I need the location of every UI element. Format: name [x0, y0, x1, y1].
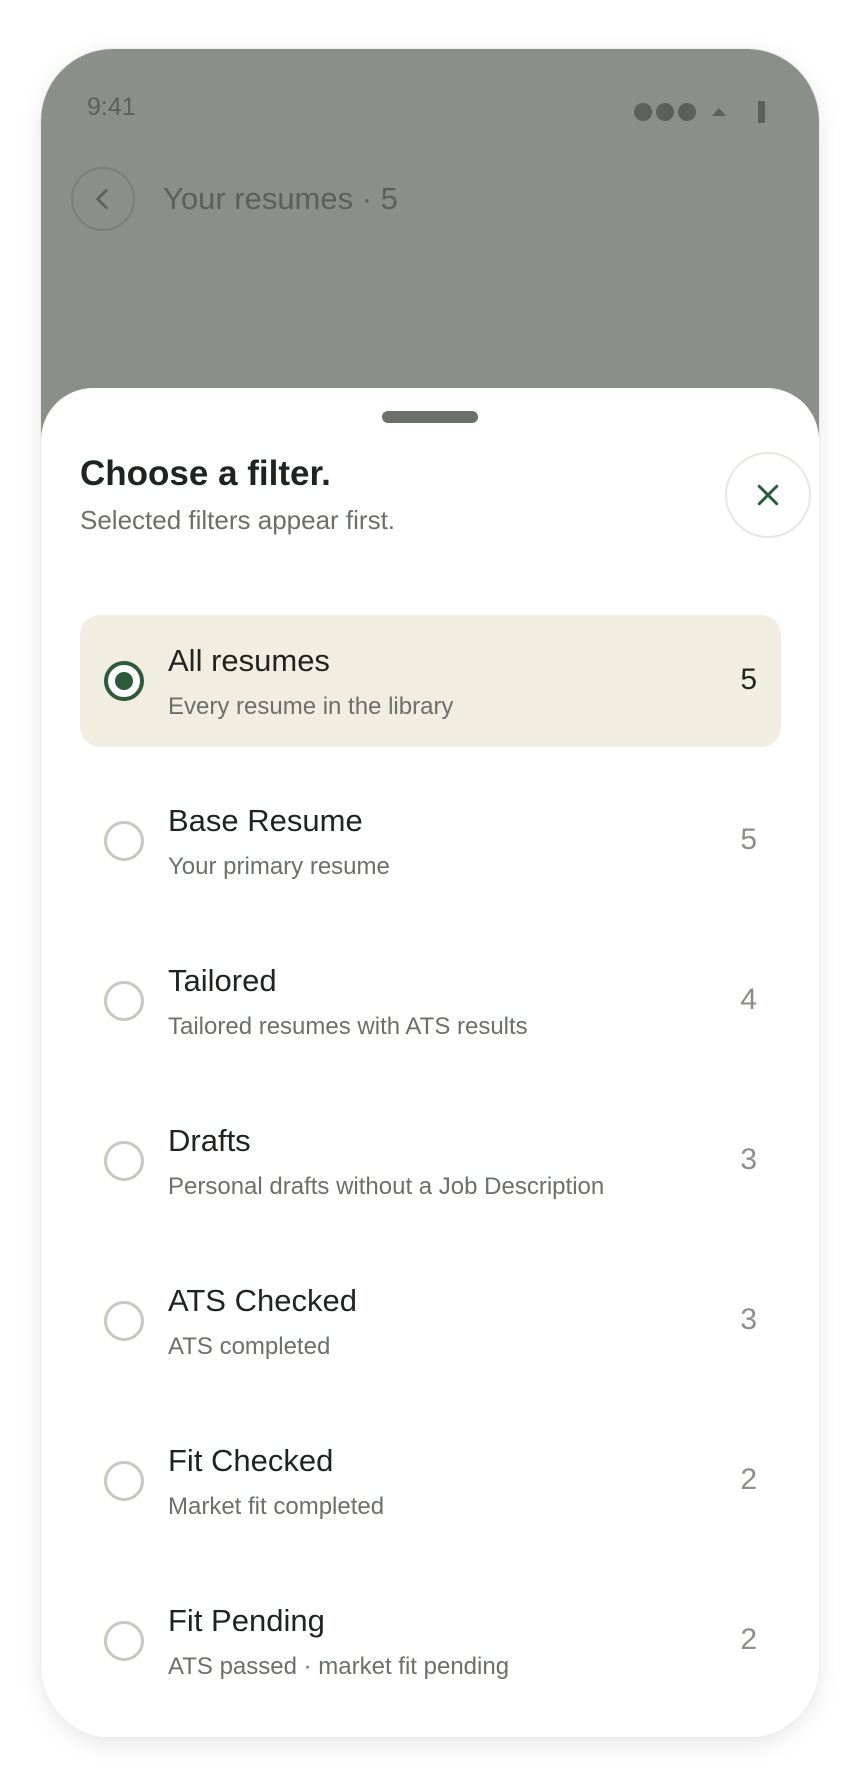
filter-count: 4: [740, 983, 757, 1016]
filter-label: All resumes: [168, 643, 330, 678]
close-button[interactable]: [725, 452, 811, 538]
filter-label: Tailored: [168, 963, 277, 998]
radio-button[interactable]: [104, 821, 144, 861]
back-button[interactable]: [71, 167, 135, 231]
page-title: Your resumes · 5: [163, 181, 398, 216]
radio-button-selected[interactable]: [104, 661, 144, 701]
status-icons: [634, 101, 765, 123]
filter-option-fit-checked[interactable]: Fit Checked Market fit completed 2: [80, 1415, 781, 1547]
filter-label: Fit Pending: [168, 1603, 325, 1638]
filter-option-drafts[interactable]: Drafts Personal drafts without a Job Des…: [80, 1095, 781, 1227]
radio-button[interactable]: [104, 1141, 144, 1181]
filter-option-tailored[interactable]: Tailored Tailored resumes with ATS resul…: [80, 935, 781, 1067]
radio-dot-icon: [115, 672, 133, 690]
filter-label: Drafts: [168, 1123, 251, 1158]
radio-button[interactable]: [104, 1461, 144, 1501]
signal-icon: [634, 103, 652, 121]
filter-option-ats-checked[interactable]: ATS Checked ATS completed 3: [80, 1255, 781, 1387]
filter-description: Market fit completed: [168, 1493, 385, 1520]
status-bar: 9:41: [41, 49, 819, 169]
filter-description: Your primary resume: [168, 853, 390, 880]
filter-count: 2: [740, 1623, 757, 1656]
filter-count: 2: [740, 1463, 757, 1496]
filter-count: 5: [740, 663, 757, 696]
filter-count: 3: [740, 1303, 757, 1336]
chevron-left-icon: [96, 188, 108, 210]
filter-description: Personal drafts without a Job Descriptio…: [168, 1173, 605, 1200]
filter-description: ATS completed: [168, 1333, 331, 1360]
radio-button[interactable]: [104, 1621, 144, 1661]
filter-count: 5: [740, 823, 757, 856]
sheet-title: Choose a filter.: [80, 454, 331, 493]
sheet-grabber[interactable]: [382, 411, 478, 423]
filter-description: Tailored resumes with ATS results: [168, 1013, 528, 1040]
close-icon: [757, 484, 779, 506]
filter-description: ATS passed · market fit pending: [168, 1653, 510, 1680]
sheet-footer-divider: [41, 1737, 819, 1738]
filter-label: Base Resume: [168, 803, 363, 838]
radio-button[interactable]: [104, 981, 144, 1021]
filter-bottom-sheet: Choose a filter. Selected filters appear…: [41, 388, 819, 1738]
radio-button[interactable]: [104, 1301, 144, 1341]
status-time: 9:41: [87, 93, 136, 121]
filter-label: Fit Checked: [168, 1443, 334, 1478]
filter-label: ATS Checked: [168, 1283, 357, 1318]
filter-option-base-resume[interactable]: Base Resume Your primary resume 5: [80, 775, 781, 907]
sheet-subtitle: Selected filters appear first.: [80, 505, 396, 535]
filter-description: Every resume in the library: [168, 693, 454, 720]
battery-icon: [758, 101, 765, 123]
top-bar: Your resumes · 5: [71, 167, 789, 231]
filter-list: All resumes Every resume in the library …: [80, 615, 781, 1735]
filter-count: 3: [740, 1143, 757, 1176]
signal-icon: [656, 103, 674, 121]
filter-option-fit-pending[interactable]: Fit Pending ATS passed · market fit pend…: [80, 1575, 781, 1707]
signal-icon: [678, 103, 696, 121]
wifi-icon: [712, 108, 726, 116]
filter-option-all-resumes[interactable]: All resumes Every resume in the library …: [80, 615, 781, 747]
phone-frame: 9:41 Your resumes · 5 Choose a filter. S…: [41, 49, 819, 1738]
